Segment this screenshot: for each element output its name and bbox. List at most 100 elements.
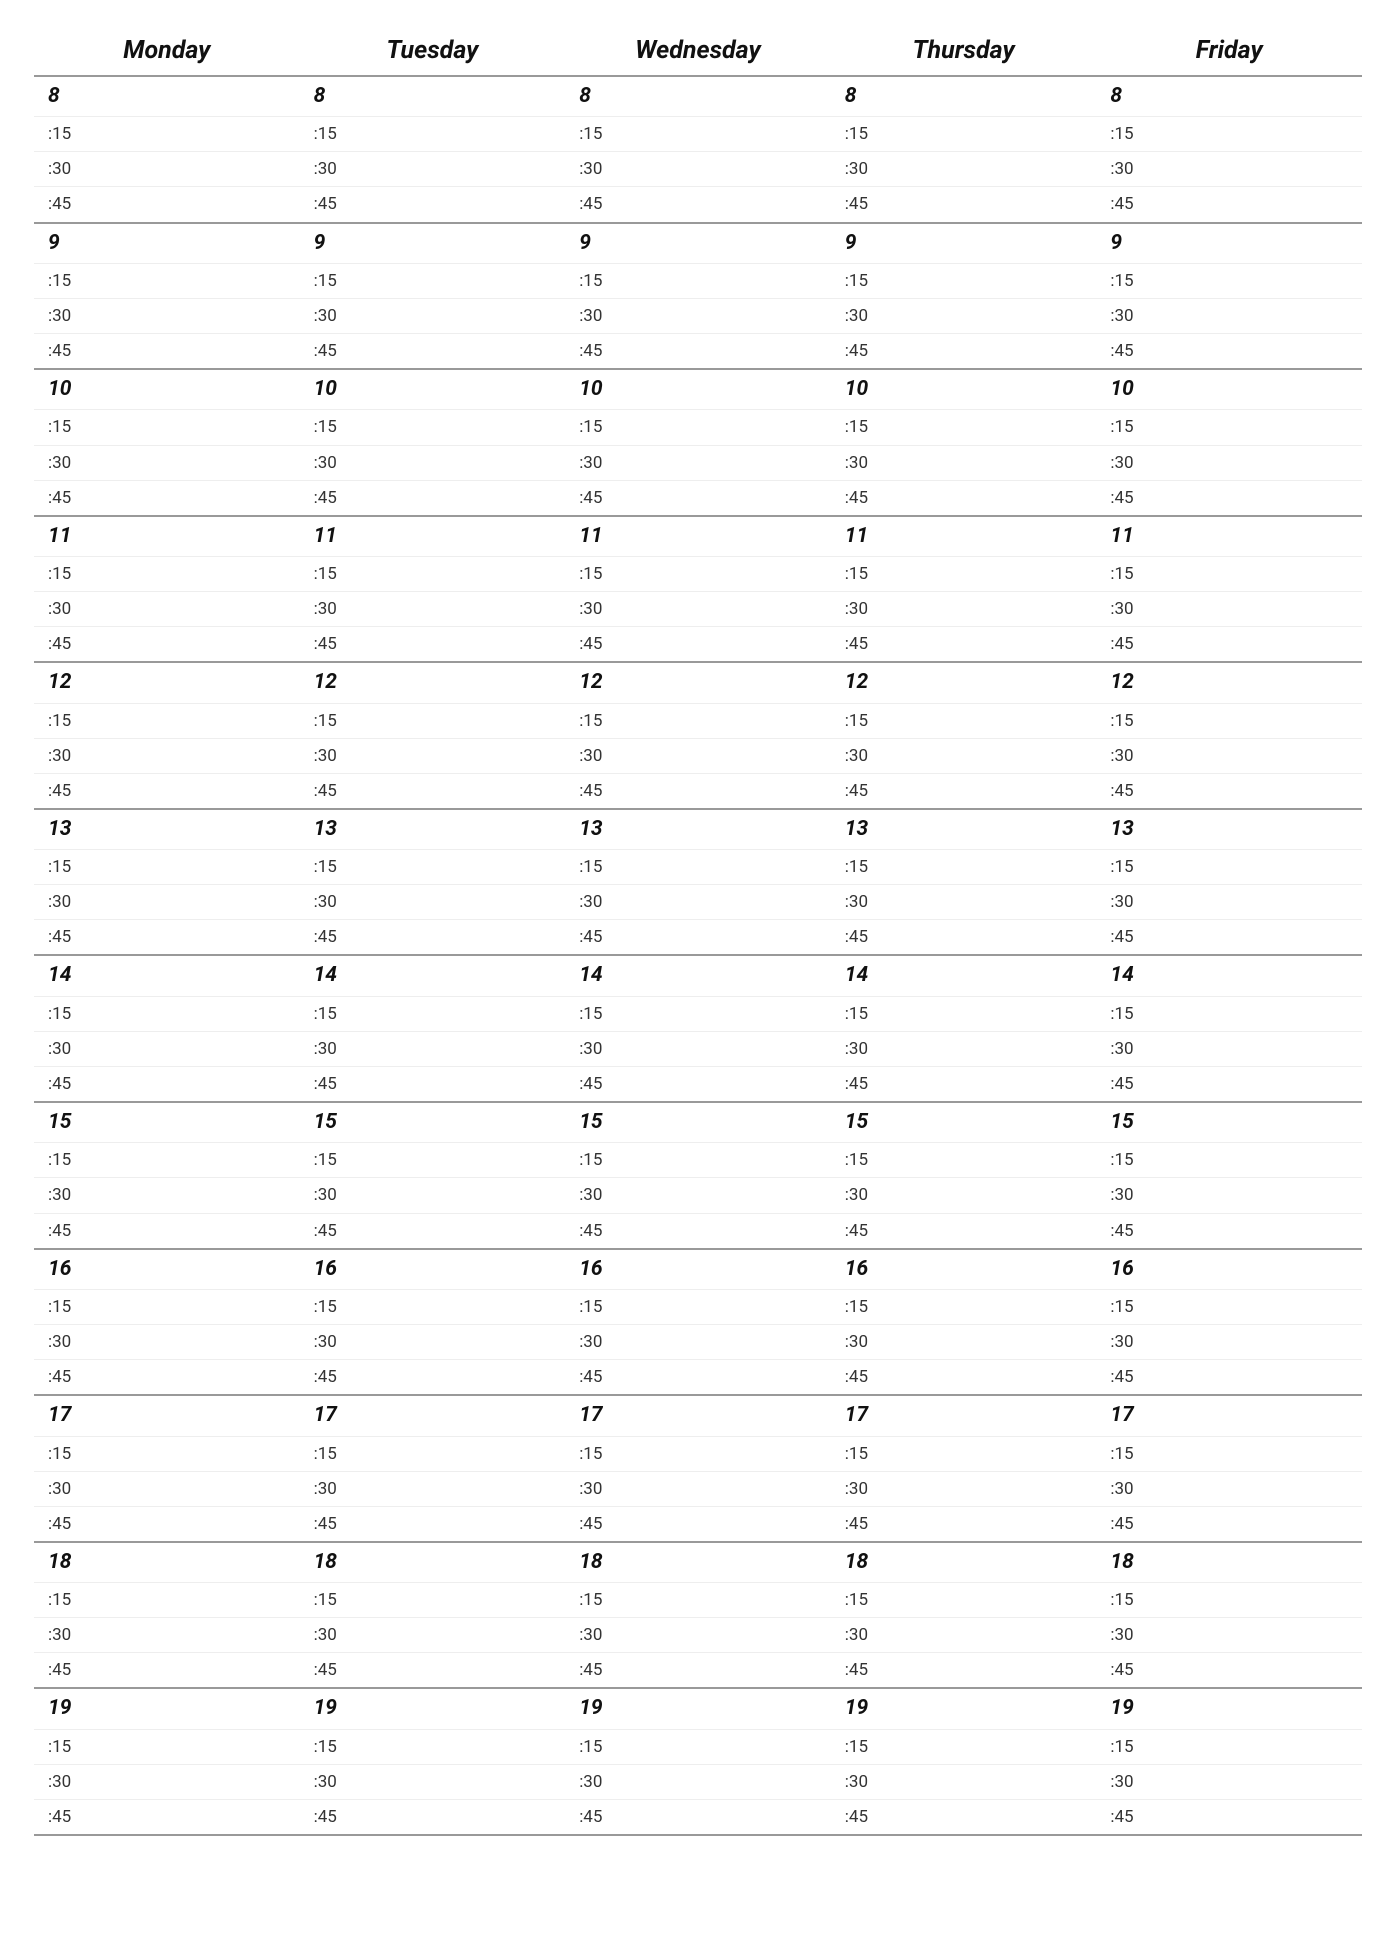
time-slot-minute[interactable]: :15 — [300, 117, 566, 152]
time-slot-minute[interactable]: :15 — [831, 1730, 1097, 1765]
time-slot-minute[interactable]: :45 — [34, 920, 300, 954]
time-slot-hour[interactable]: 19 — [300, 1687, 566, 1729]
time-slot-hour[interactable]: 18 — [565, 1541, 831, 1583]
time-slot-minute[interactable]: :30 — [1096, 446, 1362, 481]
time-slot-minute[interactable]: :15 — [831, 557, 1097, 592]
time-slot-minute[interactable]: :15 — [34, 997, 300, 1032]
time-slot-hour[interactable]: 10 — [300, 368, 566, 410]
time-slot-minute[interactable]: :30 — [1096, 1178, 1362, 1213]
time-slot-minute[interactable]: :15 — [34, 850, 300, 885]
time-slot-minute[interactable]: :45 — [565, 187, 831, 221]
time-slot-minute[interactable]: :45 — [34, 334, 300, 368]
time-slot-minute[interactable]: :15 — [300, 1583, 566, 1618]
time-slot-minute[interactable]: :45 — [831, 481, 1097, 515]
time-slot-minute[interactable]: :30 — [300, 1325, 566, 1360]
time-slot-minute[interactable]: :15 — [300, 1437, 566, 1472]
time-slot-hour[interactable]: 8 — [34, 77, 300, 117]
time-slot-minute[interactable]: :45 — [34, 1360, 300, 1394]
time-slot-minute[interactable]: :45 — [300, 1800, 566, 1836]
time-slot-minute[interactable]: :45 — [831, 1214, 1097, 1248]
time-slot-minute[interactable]: :15 — [831, 410, 1097, 445]
time-slot-minute[interactable]: :15 — [1096, 1290, 1362, 1325]
time-slot-minute[interactable]: :45 — [565, 481, 831, 515]
time-slot-minute[interactable]: :45 — [300, 1653, 566, 1687]
time-slot-hour[interactable]: 18 — [1096, 1541, 1362, 1583]
time-slot-hour[interactable]: 12 — [300, 661, 566, 703]
time-slot-minute[interactable]: :30 — [565, 299, 831, 334]
time-slot-minute[interactable]: :30 — [831, 152, 1097, 187]
time-slot-hour[interactable]: 14 — [1096, 954, 1362, 996]
time-slot-minute[interactable]: :30 — [831, 299, 1097, 334]
time-slot-minute[interactable]: :15 — [1096, 704, 1362, 739]
time-slot-minute[interactable]: :15 — [1096, 1437, 1362, 1472]
time-slot-minute[interactable]: :30 — [34, 885, 300, 920]
time-slot-minute[interactable]: :45 — [300, 1067, 566, 1101]
time-slot-minute[interactable]: :45 — [300, 1507, 566, 1541]
time-slot-minute[interactable]: :15 — [300, 850, 566, 885]
time-slot-hour[interactable]: 16 — [300, 1248, 566, 1290]
time-slot-minute[interactable]: :30 — [565, 1618, 831, 1653]
time-slot-minute[interactable]: :30 — [300, 1032, 566, 1067]
time-slot-minute[interactable]: :45 — [300, 627, 566, 661]
time-slot-minute[interactable]: :45 — [565, 1067, 831, 1101]
time-slot-minute[interactable]: :15 — [831, 1437, 1097, 1472]
time-slot-hour[interactable]: 8 — [1096, 77, 1362, 117]
time-slot-hour[interactable]: 14 — [34, 954, 300, 996]
time-slot-minute[interactable]: :45 — [300, 774, 566, 808]
time-slot-minute[interactable]: :30 — [565, 1178, 831, 1213]
time-slot-minute[interactable]: :45 — [1096, 481, 1362, 515]
time-slot-minute[interactable]: :45 — [300, 334, 566, 368]
time-slot-minute[interactable]: :30 — [34, 1032, 300, 1067]
time-slot-minute[interactable]: :15 — [34, 1437, 300, 1472]
time-slot-minute[interactable]: :30 — [34, 446, 300, 481]
time-slot-minute[interactable]: :15 — [34, 410, 300, 445]
time-slot-hour[interactable]: 12 — [565, 661, 831, 703]
time-slot-minute[interactable]: :15 — [300, 264, 566, 299]
time-slot-minute[interactable]: :15 — [831, 704, 1097, 739]
time-slot-hour[interactable]: 12 — [1096, 661, 1362, 703]
time-slot-hour[interactable]: 17 — [300, 1394, 566, 1436]
time-slot-minute[interactable]: :45 — [300, 1214, 566, 1248]
time-slot-minute[interactable]: :15 — [34, 704, 300, 739]
time-slot-minute[interactable]: :45 — [565, 774, 831, 808]
time-slot-minute[interactable]: :45 — [300, 1360, 566, 1394]
time-slot-minute[interactable]: :30 — [300, 1765, 566, 1800]
time-slot-hour[interactable]: 15 — [565, 1101, 831, 1143]
time-slot-minute[interactable]: :45 — [300, 920, 566, 954]
time-slot-minute[interactable]: :15 — [34, 117, 300, 152]
time-slot-minute[interactable]: :30 — [1096, 592, 1362, 627]
time-slot-minute[interactable]: :45 — [300, 481, 566, 515]
time-slot-minute[interactable]: :15 — [565, 704, 831, 739]
time-slot-hour[interactable]: 13 — [565, 808, 831, 850]
time-slot-minute[interactable]: :30 — [565, 1765, 831, 1800]
time-slot-hour[interactable]: 17 — [831, 1394, 1097, 1436]
time-slot-minute[interactable]: :30 — [34, 1472, 300, 1507]
time-slot-minute[interactable]: :30 — [1096, 1618, 1362, 1653]
time-slot-hour[interactable]: 8 — [300, 77, 566, 117]
time-slot-minute[interactable]: :45 — [1096, 1067, 1362, 1101]
time-slot-minute[interactable]: :15 — [34, 1290, 300, 1325]
time-slot-hour[interactable]: 17 — [565, 1394, 831, 1436]
time-slot-minute[interactable]: :45 — [565, 1507, 831, 1541]
time-slot-minute[interactable]: :45 — [34, 481, 300, 515]
time-slot-hour[interactable]: 9 — [300, 222, 566, 264]
time-slot-hour[interactable]: 9 — [565, 222, 831, 264]
time-slot-minute[interactable]: :30 — [300, 446, 566, 481]
time-slot-minute[interactable]: :45 — [34, 774, 300, 808]
time-slot-hour[interactable]: 16 — [565, 1248, 831, 1290]
time-slot-minute[interactable]: :45 — [565, 1653, 831, 1687]
time-slot-minute[interactable]: :15 — [34, 557, 300, 592]
time-slot-minute[interactable]: :15 — [565, 1290, 831, 1325]
time-slot-minute[interactable]: :45 — [565, 1214, 831, 1248]
time-slot-minute[interactable]: :15 — [831, 1583, 1097, 1618]
time-slot-minute[interactable]: :45 — [1096, 1653, 1362, 1687]
time-slot-minute[interactable]: :30 — [34, 299, 300, 334]
time-slot-minute[interactable]: :15 — [1096, 1730, 1362, 1765]
time-slot-minute[interactable]: :45 — [34, 627, 300, 661]
time-slot-minute[interactable]: :15 — [300, 704, 566, 739]
time-slot-minute[interactable]: :30 — [1096, 1325, 1362, 1360]
time-slot-hour[interactable]: 10 — [1096, 368, 1362, 410]
time-slot-minute[interactable]: :15 — [300, 997, 566, 1032]
time-slot-hour[interactable]: 9 — [1096, 222, 1362, 264]
time-slot-hour[interactable]: 16 — [831, 1248, 1097, 1290]
